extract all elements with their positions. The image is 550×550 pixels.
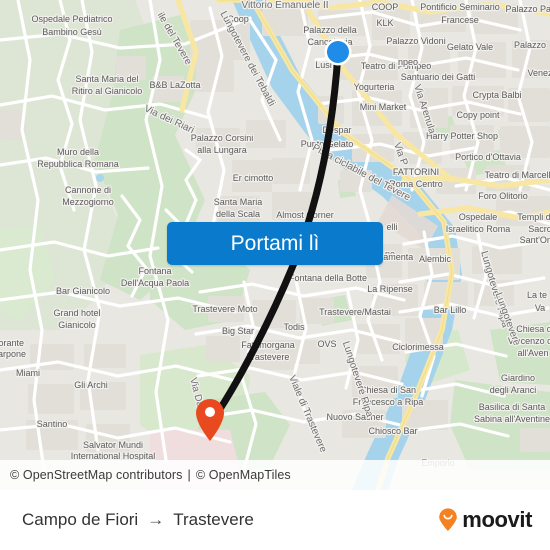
map-label: Bambino Gesù (42, 27, 102, 37)
map-label: Crypta Balbi (472, 90, 521, 100)
map-label: Chiesa di (516, 324, 550, 334)
map-label: Mezzogiorno (62, 197, 114, 207)
map-label: COOP (372, 2, 399, 12)
map-label: Trastevere Moto (192, 304, 257, 314)
trip-destination: Trastevere (173, 510, 254, 529)
map-label: Despar (322, 125, 351, 135)
map-label: Gelato Vale (447, 42, 493, 52)
map-label: Francese (441, 15, 479, 25)
map-label: Sant'Om (520, 235, 550, 245)
moovit-logo[interactable]: moovit (436, 507, 532, 533)
trip-origin: Campo de Fiori (22, 510, 139, 529)
map-label: npeo (398, 57, 418, 67)
map-label: degli Aranci (490, 385, 537, 395)
map-label: Teatro di Marcello (484, 170, 550, 180)
moovit-pin-icon (439, 508, 458, 531)
map-label: Palazzo (514, 40, 546, 50)
map-label: Cancelleria (307, 37, 352, 47)
map-label: Yogurteria (354, 82, 395, 92)
map-label: Trastevere (247, 352, 290, 362)
map-label: Israelitico Roma (446, 224, 511, 234)
map-road-label: Vittorio Emanuele II (241, 0, 328, 11)
map-label: Bar Gianicolo (56, 286, 110, 296)
map-label: Fontana (138, 266, 171, 276)
map-label: Grand hotel (53, 308, 100, 318)
map-label: Portico d'Ottavia (455, 152, 521, 162)
map-label: Santa Maria (214, 197, 263, 207)
map-label: B&B LaZotta (149, 80, 200, 90)
map-label: Muro della (57, 147, 99, 157)
map-label: elli (386, 222, 397, 232)
map-label: Er cimotto (233, 173, 274, 183)
map-label: Alembic (419, 254, 452, 264)
map-label: Almost Corner (276, 210, 334, 220)
map-label: Cannone di (65, 185, 111, 195)
arrow-icon: → (147, 510, 165, 529)
footer-bar: Campo de Fiori → Trastevere moovit (0, 490, 550, 550)
map-label: Bar Lillo (434, 305, 467, 315)
map-label: Santino (37, 419, 68, 429)
map-label: Fontana della Botte (289, 273, 367, 283)
map-label: Fatamorgana (241, 340, 295, 350)
map-label: Basilica di Santa (479, 402, 546, 412)
map-label: della Scala (216, 209, 260, 219)
map-label: Santuario dei Gatti (401, 72, 476, 82)
map-label: Copy point (456, 110, 500, 120)
map-label: Ciclorimessa (392, 342, 444, 352)
map-label: La te (527, 290, 547, 300)
map-label: Chiosco Bar (368, 426, 417, 436)
map-label: Pontificio Seminario (420, 2, 500, 12)
map-label: Dell'Acqua Paola (121, 278, 189, 288)
map-label: Sacro (528, 224, 550, 234)
map-label: Santa Maria del (75, 74, 138, 84)
map-label: Sabina all'Aventine (474, 414, 550, 424)
map-label: Ospedale (459, 212, 498, 222)
map-label: Va (535, 303, 545, 313)
map-label: Trastevere/Mastai (319, 307, 391, 317)
map-label: alla Lungara (197, 145, 247, 155)
trip-summary: Campo de Fiori → Trastevere (22, 510, 254, 530)
map-label: Palazzo della (303, 25, 357, 35)
attribution-openmaptiles[interactable]: © OpenMapTiles (196, 468, 291, 482)
map-label: La Ripense (367, 284, 413, 294)
map-attribution: © OpenStreetMap contributors | © OpenMap… (0, 460, 550, 490)
moovit-wordmark: moovit (462, 507, 532, 532)
map-label: Lush (315, 60, 335, 70)
attribution-osm[interactable]: © OpenStreetMap contributors (10, 468, 183, 482)
map-label: arpone (0, 349, 26, 359)
map-label: Gli Archi (74, 380, 108, 390)
take-me-there-button[interactable]: Portami lì (167, 222, 383, 265)
map-label: Venez (527, 68, 550, 78)
map-label: Teatro di Pompeo (361, 61, 432, 71)
map-canvas[interactable]: Ospedale Pediatrico Bambino Gesù Santa Mar… (0, 0, 550, 490)
map-label: Ospedale Pediatrico (31, 14, 112, 24)
map-label: Gianicolo (58, 320, 96, 330)
map-label: Palazzo Corsini (191, 133, 254, 143)
attribution-separator: | (187, 468, 191, 482)
map-label: Ritiro al Gianicolo (72, 86, 143, 96)
map-label: Big Star (222, 326, 254, 336)
map-label: Giardino (501, 373, 535, 383)
map-label: FATTORINI (393, 167, 439, 177)
map-label: Harry Potter Shop (426, 131, 498, 141)
map-label: Palazzo Vidoni (386, 36, 445, 46)
map-label: Miami (16, 368, 40, 378)
map-label: KLK (376, 18, 393, 28)
moovit-trip-screenshot: Ospedale Pediatrico Bambino Gesù Santa Mar… (0, 0, 550, 550)
map-label: Mini Market (360, 102, 407, 112)
map-label: OVS (317, 339, 336, 349)
map-label: Foro Olitorio (478, 191, 528, 201)
map-label: Palazzo Pam (505, 4, 550, 14)
map-label: Templi di (517, 212, 550, 222)
map-label: torante (0, 338, 24, 348)
map-label: all'Aven (517, 348, 548, 358)
map-label: Salvator Mundi (83, 440, 143, 450)
map-label: Todis (283, 322, 305, 332)
map-label: Repubblica Romana (37, 159, 119, 169)
